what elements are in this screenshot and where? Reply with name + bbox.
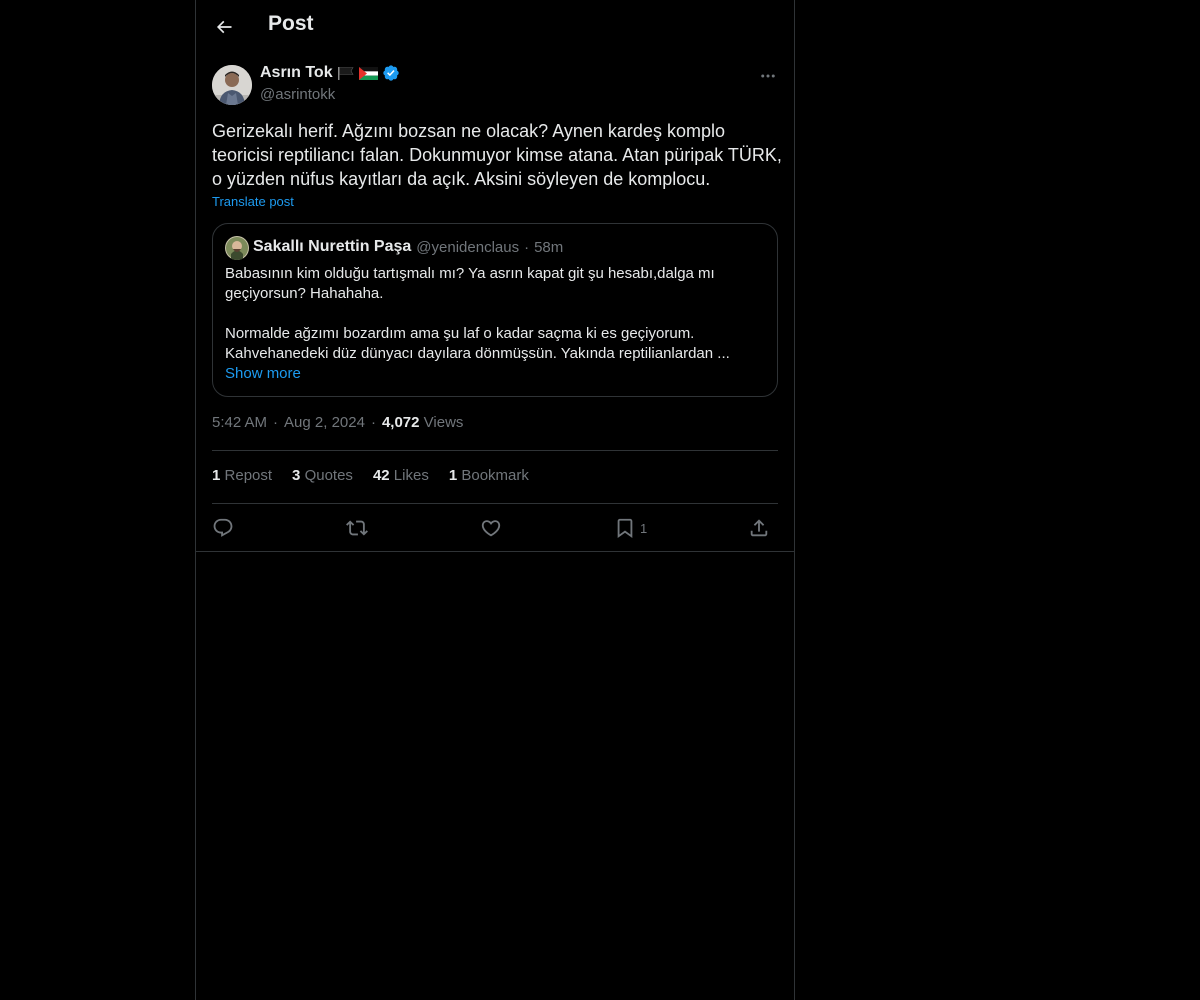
author-name: Asrın Tok [260, 64, 333, 81]
separator-dot: · [524, 238, 530, 256]
reposts-count: 1 [212, 467, 221, 484]
like-icon [481, 520, 501, 537]
post-date[interactable]: Aug 2, 2024 [284, 414, 365, 431]
more-horizontal-icon [761, 74, 775, 78]
quoted-post-card[interactable]: Sakallı Nurettin Paşa @yenidenclaus · 58… [212, 223, 778, 397]
reply-icon [213, 518, 233, 537]
quoted-paragraph-1: Babasının kim olduğu tartışmalı mı? Ya a… [225, 265, 715, 302]
arrow-left-icon [216, 20, 232, 34]
reposts-stat[interactable]: 1 Repost [212, 467, 272, 484]
bookmarks-count: 1 [448, 467, 458, 484]
action-bar: 1 [212, 512, 778, 544]
like-button[interactable] [480, 512, 502, 544]
divider [212, 503, 778, 504]
reposts-label: Repost [224, 467, 273, 484]
quoted-paragraph-2: Normalde ağzımı bozardım ama şu laf o ka… [225, 325, 730, 362]
views-count: 4,072 [381, 414, 420, 431]
show-more-link[interactable]: Show more [225, 365, 301, 382]
likes-stat[interactable]: 42 Likes [373, 467, 429, 484]
translate-post-link[interactable]: Translate post [212, 194, 294, 209]
quotes-stat[interactable]: 3 Quotes [292, 467, 353, 484]
share-icon [750, 519, 768, 537]
page-header: Post [196, 0, 794, 54]
back-button[interactable] [208, 11, 240, 43]
post-column: Post Asrın Tok @asrintokk Gerizekalı her… [195, 0, 795, 1000]
quoted-post-text: Babasının kim olduğu tartışmalı mı? Ya a… [225, 264, 765, 364]
black-flag-icon [337, 67, 354, 80]
repost-icon [346, 520, 368, 536]
separator-dot: · [273, 414, 279, 431]
quoted-author-name: Sakallı Nurettin Paşa [253, 238, 412, 255]
page-title: Post [268, 12, 314, 35]
quoted-post-time: 58m [534, 238, 564, 256]
palestine-flag-icon [358, 66, 378, 80]
quotes-count: 3 [292, 467, 301, 484]
engagement-stats: 1 Repost 3 Quotes 42 Likes 1 Bookmark [212, 467, 529, 484]
verified-badge-icon [382, 65, 399, 81]
author-name-row[interactable]: Asrın Tok [260, 64, 400, 82]
quoted-author-handle: @yenidenclaus [416, 238, 520, 256]
bookmark-button[interactable]: 1 [614, 512, 647, 544]
author-avatar[interactable] [212, 65, 252, 105]
bookmarks-stat[interactable]: 1 Bookmark [449, 467, 529, 484]
bookmarks-label: Bookmark [461, 467, 529, 484]
views-count-group: 4,072 Views [382, 414, 463, 431]
post-meta: 5:42 AM · Aug 2, 2024 · 4,072 Views [212, 414, 463, 431]
divider [212, 450, 778, 451]
author-handle[interactable]: @asrintokk [260, 86, 335, 103]
bookmark-count: 1 [640, 520, 648, 536]
repost-button[interactable] [346, 512, 368, 544]
separator-dot: · [370, 414, 376, 431]
more-options-button[interactable] [756, 64, 780, 88]
post-text: Gerizekalı herif. Ağzını bozsan ne olaca… [212, 121, 782, 189]
share-button[interactable] [748, 512, 770, 544]
quoted-author-avatar [225, 236, 249, 260]
likes-label: Likes [393, 467, 429, 484]
views-label: Views [423, 414, 464, 431]
divider [196, 551, 794, 552]
bookmark-icon [617, 518, 633, 539]
quoted-post-header: Sakallı Nurettin Paşa @yenidenclaus · 58… [253, 238, 563, 256]
post-time[interactable]: 5:42 AM [212, 414, 267, 431]
likes-count: 42 [372, 467, 390, 484]
quotes-label: Quotes [304, 467, 353, 484]
reply-button[interactable] [212, 512, 234, 544]
